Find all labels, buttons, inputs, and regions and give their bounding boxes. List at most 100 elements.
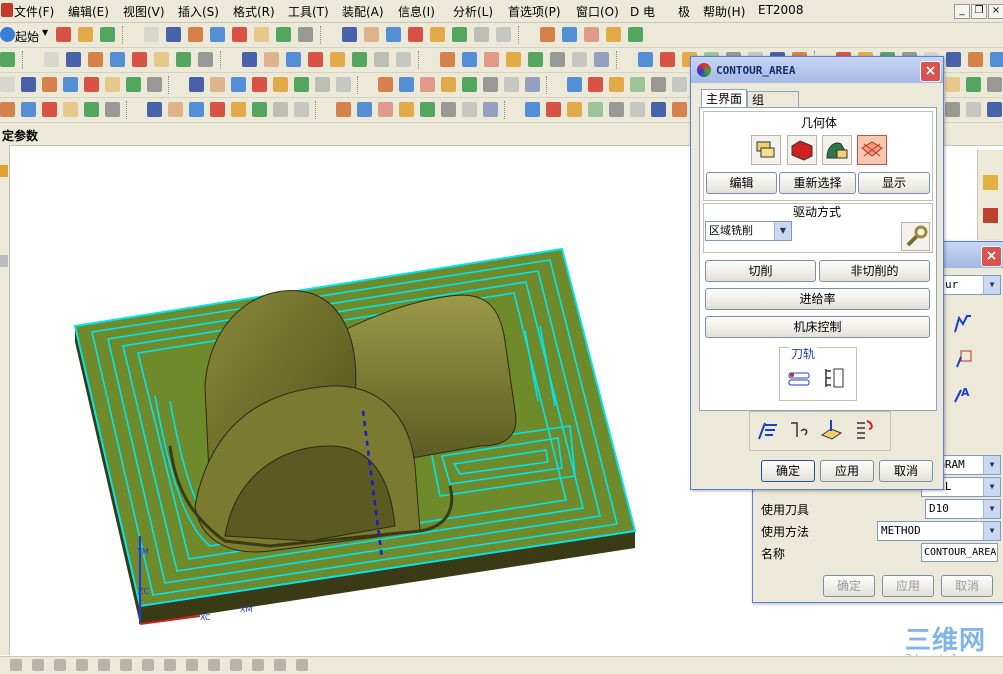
toolbar-button-icon[interactable]	[609, 77, 624, 92]
toolbar-button-icon[interactable]	[496, 27, 511, 42]
toolbar-button-icon[interactable]	[550, 52, 565, 67]
cut-parameters-button[interactable]: 切削	[705, 260, 816, 282]
toolbar-button-icon[interactable]	[378, 102, 393, 117]
toolbar-button-icon[interactable]	[562, 27, 577, 42]
toolbar-button-icon[interactable]	[630, 77, 645, 92]
toolbar-button-icon[interactable]	[210, 27, 225, 42]
toolbar-button-icon[interactable]	[273, 102, 288, 117]
menu-et2008[interactable]: ET2008	[758, 3, 803, 17]
apply-button[interactable]: 应用	[820, 460, 874, 482]
toolbar-button-icon[interactable]	[84, 77, 99, 92]
toolbar-button-icon[interactable]	[474, 27, 489, 42]
toolbar-button-icon[interactable]	[452, 27, 467, 42]
menu-analysis[interactable]: 分析(L)	[453, 3, 493, 20]
apply-button[interactable]: 应用	[882, 575, 934, 597]
edit-button[interactable]: 编辑	[706, 172, 777, 194]
menu-view[interactable]: 视图(V)	[123, 3, 165, 20]
reselect-button[interactable]: 重新选择	[779, 172, 856, 194]
toolbar-button-icon[interactable]	[651, 77, 666, 92]
toolbar-button-icon[interactable]	[66, 52, 81, 67]
toolbar-button-icon[interactable]	[210, 77, 225, 92]
toolbar-button-icon[interactable]	[189, 77, 204, 92]
check-geometry-icon[interactable]	[822, 135, 852, 165]
app-logo-icon[interactable]	[1, 3, 13, 17]
toolbar-button-icon[interactable]	[630, 102, 645, 117]
toolbar-button-icon[interactable]	[42, 77, 57, 92]
toolbar-button-icon[interactable]	[966, 102, 981, 117]
toolbar-button-icon[interactable]	[105, 77, 120, 92]
toolbar-button-icon[interactable]	[352, 52, 367, 67]
toolbar-button-icon[interactable]	[0, 102, 15, 117]
toolbar-button-icon[interactable]	[294, 77, 309, 92]
toolbar-button-icon[interactable]	[147, 102, 162, 117]
toolbar-button-icon[interactable]	[484, 52, 499, 67]
toolbar-button-icon[interactable]	[298, 27, 313, 42]
toolbar-button-icon[interactable]	[420, 77, 435, 92]
ok-button[interactable]: 确定	[761, 460, 815, 482]
chevron-down-icon[interactable]: ▼	[983, 456, 1000, 474]
toolbar-button-icon[interactable]	[132, 52, 147, 67]
path-settings-icon[interactable]	[787, 417, 813, 443]
tool-select[interactable]: D10 ▼	[925, 499, 1001, 519]
statusbar-icon[interactable]	[10, 659, 22, 671]
toolbar-button-icon[interactable]	[364, 27, 379, 42]
display-button[interactable]: 显示	[858, 172, 930, 194]
navigator-icon[interactable]	[983, 175, 998, 190]
part-navigator-icon[interactable]	[983, 208, 998, 223]
tab-group[interactable]: 组	[747, 91, 799, 108]
toolbar-button-icon[interactable]	[440, 52, 455, 67]
replay-toolpath-icon[interactable]	[821, 365, 847, 391]
toolbar-button-icon[interactable]	[945, 77, 960, 92]
toolbar-button-icon[interactable]	[540, 27, 555, 42]
blank-geometry-icon[interactable]	[787, 135, 817, 165]
menu-preferences[interactable]: 首选项(P)	[508, 3, 561, 20]
toolbar-button-icon[interactable]	[966, 77, 981, 92]
generate-toolpath-icon[interactable]	[786, 365, 812, 391]
toolbar-button-icon[interactable]	[386, 27, 401, 42]
toolbar-button-icon[interactable]	[342, 27, 357, 42]
toolbar-button-icon[interactable]	[232, 27, 247, 42]
minimize-icon[interactable]: _	[954, 4, 970, 19]
toolbar-button-icon[interactable]	[56, 27, 71, 42]
toolbar-button-icon[interactable]	[144, 27, 159, 42]
toolbar-button-icon[interactable]	[525, 77, 540, 92]
statusbar-icon[interactable]	[296, 659, 308, 671]
toolbar-button-icon[interactable]	[21, 77, 36, 92]
toolbar-button-icon[interactable]	[198, 52, 213, 67]
chevron-down-icon[interactable]: ▼	[42, 28, 48, 37]
statusbar-icon[interactable]	[274, 659, 286, 671]
toolbar-button-icon[interactable]	[567, 77, 582, 92]
toolbar-button-icon[interactable]	[506, 52, 521, 67]
toolbar-button-icon[interactable]	[946, 52, 961, 67]
chevron-down-icon[interactable]: ▼	[983, 478, 1000, 496]
toolbar-button-icon[interactable]	[628, 27, 643, 42]
toolbar-button-icon[interactable]	[252, 77, 267, 92]
toolbar-button-icon[interactable]	[672, 102, 687, 117]
restore-icon[interactable]: ❐	[971, 4, 987, 19]
start-button[interactable]: 起始	[15, 28, 39, 45]
chevron-down-icon[interactable]: ▼	[983, 522, 1000, 540]
toolbar-button-icon[interactable]	[638, 52, 653, 67]
toolbar-button-icon[interactable]	[84, 102, 99, 117]
statusbar-icon[interactable]	[208, 659, 220, 671]
menu-window[interactable]: 窗口(O)	[576, 3, 619, 20]
statusbar-icon[interactable]	[54, 659, 66, 671]
toolbar-button-icon[interactable]	[408, 27, 423, 42]
toolbar-button-icon[interactable]	[273, 77, 288, 92]
toolbar-button-icon[interactable]	[210, 102, 225, 117]
toolbar-button-icon[interactable]	[21, 102, 36, 117]
operation-subtype-icon[interactable]: A	[953, 384, 973, 404]
statusbar-icon[interactable]	[32, 659, 44, 671]
toolbar-button-icon[interactable]	[147, 77, 162, 92]
toolbar-button-icon[interactable]	[968, 52, 983, 67]
toolbar-button-icon[interactable]	[330, 52, 345, 67]
tool-change-icon[interactable]	[755, 417, 781, 443]
toolbar-button-icon[interactable]	[166, 27, 181, 42]
menu-info[interactable]: 信息(I)	[398, 3, 435, 20]
toolbar-button-icon[interactable]	[546, 102, 561, 117]
operation-subtype-icon[interactable]	[953, 349, 973, 369]
toolbar-button-icon[interactable]	[420, 102, 435, 117]
toolbar-button-icon[interactable]	[945, 102, 960, 117]
menu-assembly[interactable]: 装配(A)	[342, 3, 384, 20]
toolbar-button-icon[interactable]	[231, 102, 246, 117]
